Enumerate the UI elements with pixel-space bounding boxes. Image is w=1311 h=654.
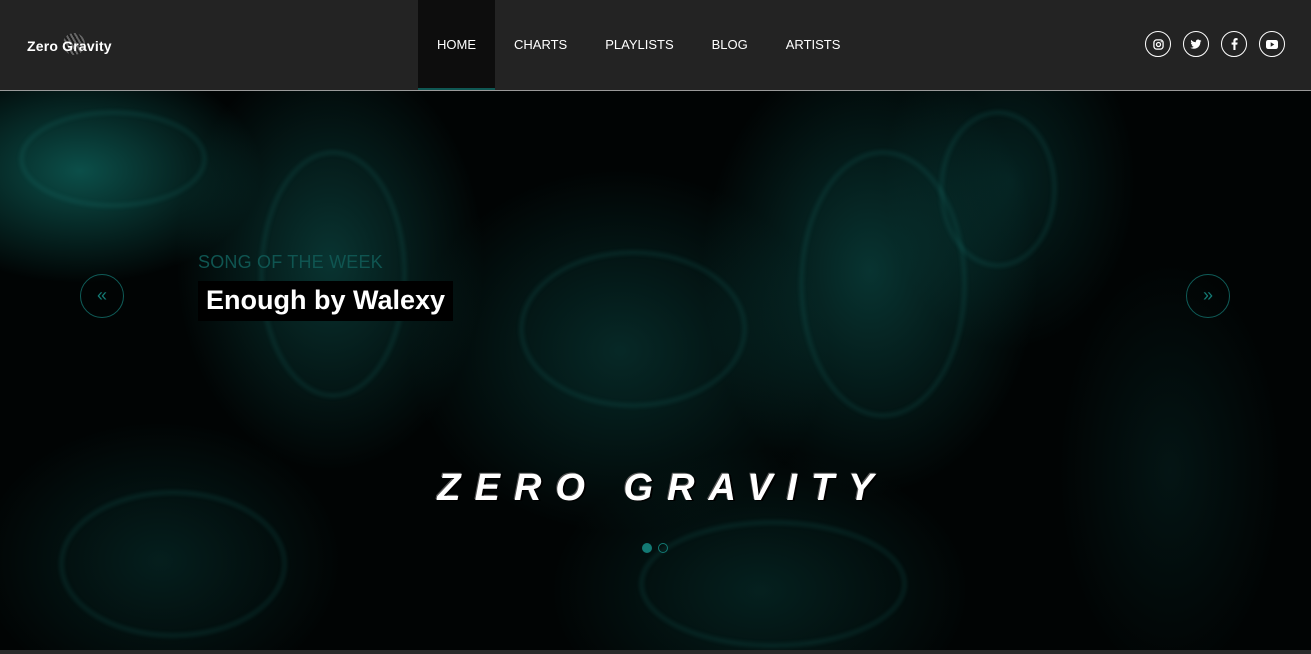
nav-item-charts[interactable]: CHARTS	[495, 0, 586, 90]
nav-item-playlists[interactable]: PLAYLISTS	[586, 0, 692, 90]
brand-title: ZERO GRAVITY	[437, 467, 888, 509]
logo-word-zero: Zero	[27, 38, 59, 54]
nav-item-artists[interactable]: ARTISTS	[767, 0, 860, 90]
swirl-decoration	[260, 151, 406, 397]
prev-slide-button[interactable]: «	[80, 274, 124, 318]
swirl-decoration	[60, 491, 286, 637]
swirl-decoration	[520, 251, 746, 407]
slide-dot-2[interactable]	[658, 543, 668, 553]
facebook-icon	[1231, 38, 1238, 50]
site-logo[interactable]: Zero Gravity	[27, 33, 112, 58]
social-links	[1145, 31, 1285, 57]
next-slide-button[interactable]: »	[1186, 274, 1230, 318]
instagram-icon	[1152, 38, 1164, 50]
nav-item-blog[interactable]: BLOG	[693, 0, 767, 90]
youtube-link[interactable]	[1259, 31, 1285, 57]
nav-item-home[interactable]: HOME	[418, 0, 495, 90]
hero-slider: « » SONG OF THE WEEK Enough by Walexy ZE…	[0, 91, 1311, 650]
main-nav: HOME CHARTS PLAYLISTS BLOG ARTISTS	[418, 0, 859, 90]
site-header: Zero Gravity HOME CHARTS PLAYLISTS BLOG …	[0, 0, 1311, 91]
slide-headline[interactable]: Enough by Walexy	[198, 281, 454, 321]
swirl-decoration	[20, 111, 206, 207]
swirl-decoration	[940, 111, 1056, 267]
slide-indicators	[642, 543, 668, 553]
facebook-link[interactable]	[1221, 31, 1247, 57]
page-bottom-strip	[0, 650, 1311, 654]
swirl-decoration	[640, 521, 906, 647]
youtube-icon	[1266, 39, 1278, 49]
instagram-link[interactable]	[1145, 31, 1171, 57]
logo-word-gravity: Gravity	[62, 38, 112, 54]
twitter-icon	[1190, 39, 1202, 49]
slide-kicker: SONG OF THE WEEK	[198, 252, 383, 272]
slide-dot-1[interactable]	[642, 543, 652, 553]
twitter-link[interactable]	[1183, 31, 1209, 57]
